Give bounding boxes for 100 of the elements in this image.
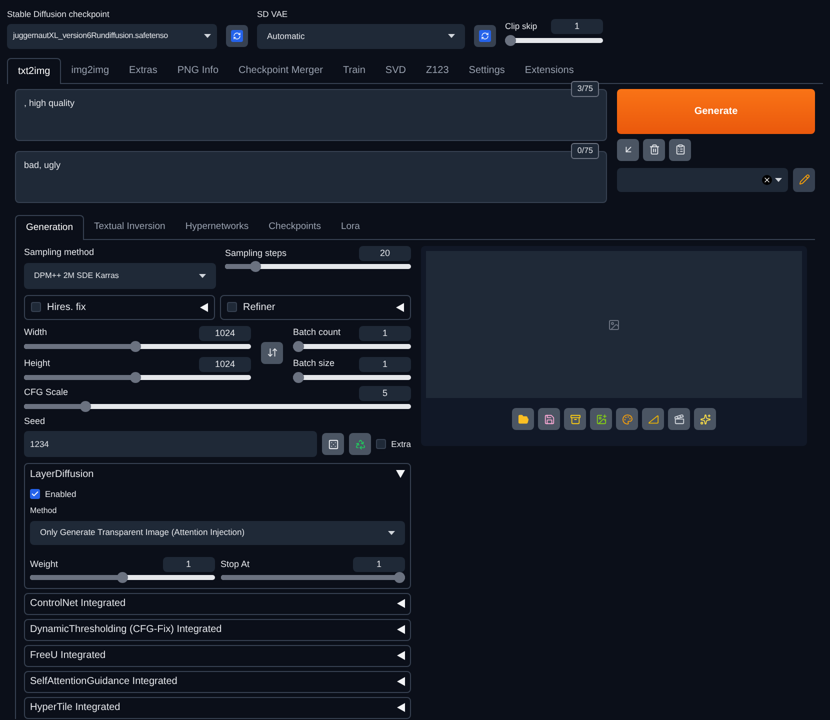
vae-dropdown[interactable]: Automatic bbox=[257, 24, 465, 49]
toolbar-button[interactable] bbox=[616, 408, 638, 430]
tab[interactable]: Generation bbox=[15, 214, 84, 240]
accordion-header[interactable]: FreeU Integrated bbox=[25, 646, 410, 666]
slider-label: Batch count bbox=[293, 326, 341, 340]
number-field[interactable]: 5 bbox=[359, 386, 411, 400]
number-field[interactable]: 1024 bbox=[199, 326, 251, 340]
field-label: Seed bbox=[24, 414, 46, 428]
caret-icon bbox=[204, 34, 211, 38]
caret-icon bbox=[448, 34, 455, 38]
slider[interactable] bbox=[24, 374, 251, 380]
triangle-left-icon bbox=[200, 302, 208, 312]
slider-thumb[interactable] bbox=[293, 340, 304, 352]
clipboard-icon bbox=[674, 144, 686, 156]
tab[interactable]: Extensions bbox=[514, 58, 584, 83]
slider-label: Weight bbox=[30, 558, 58, 571]
tab[interactable]: Settings bbox=[458, 58, 515, 83]
method-dropdown[interactable]: Only Generate Transparent Image (Attention Injection) bbox=[30, 520, 405, 545]
clear-icon bbox=[763, 176, 771, 184]
toolbar-button[interactable] bbox=[564, 408, 586, 430]
slider-thumb[interactable] bbox=[394, 572, 405, 583]
slider-thumb[interactable] bbox=[250, 261, 260, 272]
tab[interactable]: Extras bbox=[119, 58, 168, 83]
slider[interactable] bbox=[293, 374, 411, 380]
number-field[interactable]: 1 bbox=[359, 356, 411, 372]
tab[interactable]: Hypernetworks bbox=[175, 214, 259, 239]
checkbox[interactable] bbox=[30, 489, 40, 500]
accordion-header[interactable]: ControlNet Integrated bbox=[25, 594, 410, 614]
swap-button[interactable] bbox=[261, 342, 283, 364]
slider[interactable] bbox=[24, 344, 251, 348]
trash-button[interactable] bbox=[643, 138, 665, 161]
slider[interactable] bbox=[225, 264, 411, 269]
seed-field[interactable]: 1234 bbox=[24, 431, 318, 457]
number-field[interactable]: 1 bbox=[162, 556, 214, 572]
slider-label: Clip skip bbox=[505, 20, 538, 33]
tab[interactable]: txt2img bbox=[7, 58, 62, 84]
triangle-left-icon bbox=[397, 625, 405, 634]
number-field[interactable]: 1 bbox=[359, 326, 411, 340]
token-counter: 0/75 bbox=[571, 142, 599, 159]
number-field[interactable]: 1024 bbox=[199, 356, 251, 372]
slider-thumb[interactable] bbox=[130, 372, 141, 382]
checkbox[interactable] bbox=[31, 302, 41, 312]
field-label: Sampling method bbox=[24, 246, 96, 259]
clipboard-button[interactable] bbox=[669, 138, 691, 161]
tab[interactable]: SVD bbox=[375, 58, 416, 83]
triangle-left-icon bbox=[397, 599, 405, 608]
tab[interactable]: Checkpoint Merger bbox=[228, 58, 333, 83]
checkbox-label: Refiner bbox=[243, 300, 276, 314]
tab[interactable]: Lora bbox=[330, 214, 370, 239]
slider[interactable] bbox=[293, 344, 411, 348]
accordion-header[interactable]: HyperTile Integrated bbox=[25, 698, 410, 718]
toolbar-button[interactable] bbox=[538, 408, 560, 430]
arrow-button[interactable] bbox=[617, 138, 639, 161]
slider-thumb[interactable] bbox=[80, 400, 92, 412]
tab[interactable]: img2img bbox=[61, 58, 120, 83]
refresh-icon bbox=[233, 32, 241, 40]
slider-label: Height bbox=[24, 357, 50, 370]
number-field[interactable]: 1 bbox=[353, 556, 405, 572]
slider[interactable] bbox=[24, 404, 411, 408]
edit-button[interactable] bbox=[793, 168, 815, 192]
accordion-header[interactable]: DynamicThresholding (CFG-Fix) Integrated bbox=[25, 620, 410, 640]
triangle-left-icon bbox=[397, 651, 405, 660]
checkbox[interactable] bbox=[227, 302, 237, 312]
token-counter: 3/75 bbox=[571, 80, 599, 97]
slider-label: Width bbox=[24, 326, 48, 340]
tab[interactable]: Checkpoints bbox=[258, 214, 331, 239]
slider-thumb[interactable] bbox=[130, 340, 141, 352]
toolbar-button[interactable] bbox=[642, 408, 664, 430]
toolbar-button[interactable] bbox=[512, 408, 534, 430]
accordion-header[interactable]: SelfAttentionGuidance Integrated bbox=[25, 672, 410, 692]
refresh-button[interactable] bbox=[474, 24, 496, 47]
toolbar-button[interactable] bbox=[668, 408, 690, 430]
toolbar-button[interactable] bbox=[694, 408, 716, 430]
checkpoint-dropdown[interactable]: juggernautXL_version6Rundiffusion.safetenso bbox=[7, 24, 217, 49]
toolbar-button[interactable] bbox=[590, 408, 612, 430]
accordion-header[interactable]: LayerDiffusion bbox=[25, 464, 410, 484]
dice-button[interactable] bbox=[322, 433, 344, 455]
number-field[interactable]: 20 bbox=[359, 246, 411, 261]
slider[interactable] bbox=[505, 38, 603, 43]
caret-icon bbox=[199, 274, 206, 278]
sampler-dropdown[interactable]: DPM++ 2M SDE Karras bbox=[24, 262, 216, 288]
slider-thumb[interactable] bbox=[116, 572, 128, 583]
recycle-button[interactable] bbox=[349, 433, 372, 455]
slider-thumb[interactable] bbox=[293, 372, 304, 382]
tab[interactable]: Z123 bbox=[416, 58, 459, 83]
triangle-left-icon bbox=[396, 302, 404, 312]
number-field[interactable]: 1 bbox=[551, 18, 603, 34]
tab[interactable]: Textual Inversion bbox=[84, 214, 176, 239]
archive-icon bbox=[570, 414, 580, 424]
checkbox[interactable] bbox=[376, 439, 386, 449]
refresh-icon bbox=[481, 32, 489, 40]
slider[interactable] bbox=[30, 574, 214, 580]
slider-label: Stop At bbox=[220, 558, 250, 571]
refresh-button[interactable] bbox=[226, 24, 248, 47]
accordion-header[interactable]: Refiner bbox=[220, 294, 411, 320]
accordion-header[interactable]: Hires. fix bbox=[24, 294, 215, 320]
tab[interactable]: PNG Info bbox=[167, 58, 229, 83]
tab[interactable]: Train bbox=[333, 58, 376, 83]
field-label: Stable Diffusion checkpoint bbox=[7, 8, 110, 21]
slider-thumb[interactable] bbox=[505, 34, 516, 46]
